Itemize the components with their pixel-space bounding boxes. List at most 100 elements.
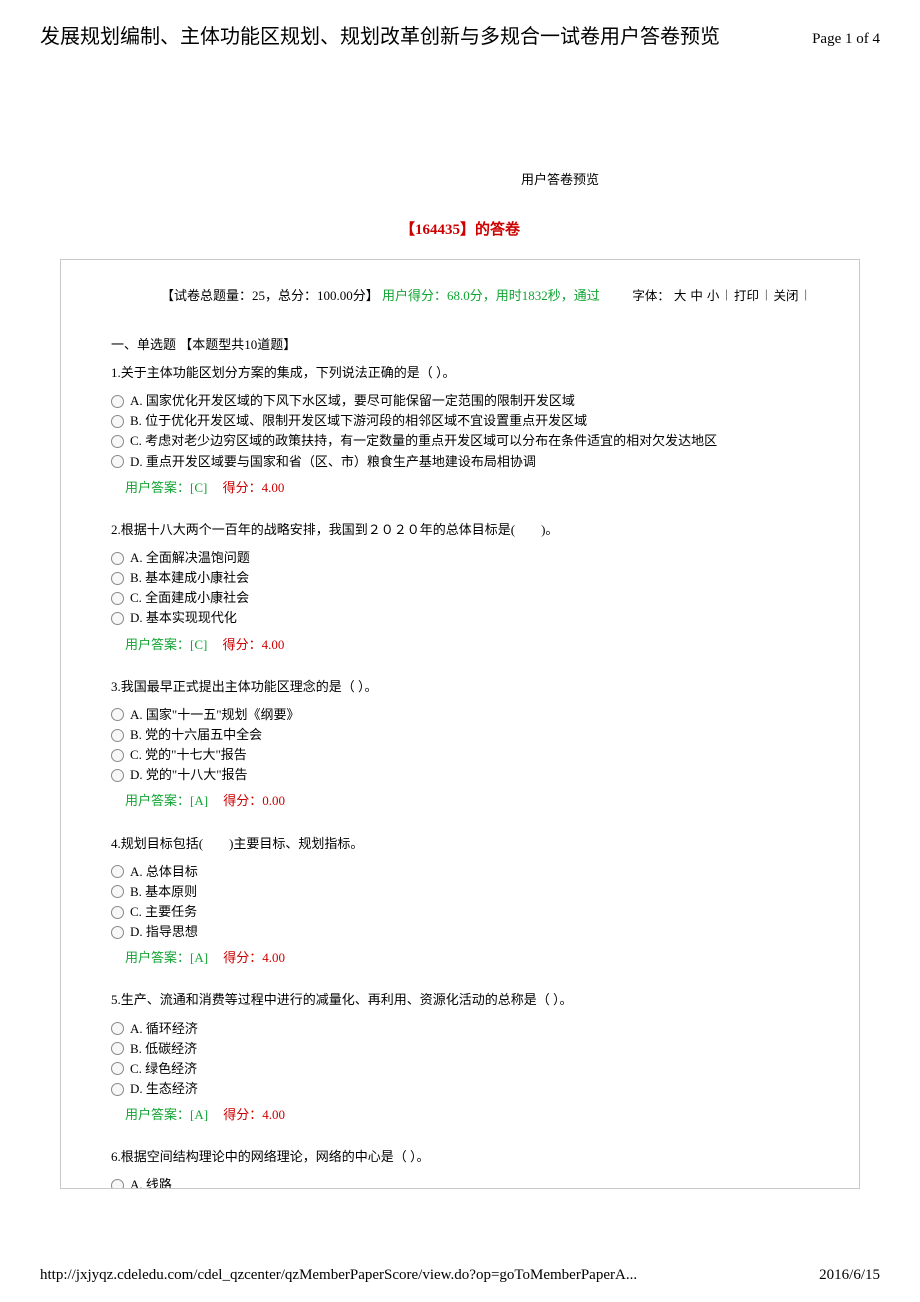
print-button[interactable]: 打印 xyxy=(734,285,759,304)
option[interactable]: B. 党的十六届五中全会 xyxy=(111,725,809,745)
radio-icon[interactable] xyxy=(111,572,124,585)
info-row: 【试卷总题量：25，总分：100.00分】 用户得分：68.0分，用时1832秒… xyxy=(111,285,809,304)
page-footer: http://jxjyqz.cdeledu.com/cdel_qzcenter/… xyxy=(40,1267,880,1284)
info-left: 【试卷总题量：25，总分：100.00分】 用户得分：68.0分，用时1832秒… xyxy=(161,285,600,304)
option-label: B. 低碳经济 xyxy=(130,1039,197,1059)
option[interactable]: B. 基本原则 xyxy=(111,882,809,902)
font-label: 字体： xyxy=(632,285,670,304)
option-label: A. 全面解决温饱问题 xyxy=(130,548,250,568)
option-label: C. 主要任务 xyxy=(130,902,197,922)
option[interactable]: D. 基本实现现代化 xyxy=(111,608,809,628)
radio-icon[interactable] xyxy=(111,885,124,898)
radio-icon[interactable] xyxy=(111,769,124,782)
radio-icon[interactable] xyxy=(111,455,124,468)
radio-icon[interactable] xyxy=(111,729,124,742)
radio-icon[interactable] xyxy=(111,415,124,428)
radio-icon[interactable] xyxy=(111,906,124,919)
preview-label: 用户答卷预览 xyxy=(40,169,880,188)
option-label: D. 党的"十八大"报告 xyxy=(130,765,248,785)
radio-icon[interactable] xyxy=(111,435,124,448)
option-label: C. 党的"十七大"报告 xyxy=(130,745,247,765)
answer-line: 用户答案：[C] 得分：4.00 xyxy=(111,635,809,655)
option[interactable]: C. 党的"十七大"报告 xyxy=(111,745,809,765)
option[interactable]: C. 全面建成小康社会 xyxy=(111,588,809,608)
option[interactable]: D. 重点开发区域要与国家和省（区、市）粮食生产基地建设布局相协调 xyxy=(111,452,809,472)
sheet-title: 【164435】的答卷 xyxy=(40,218,880,239)
option-label: B. 位于优化开发区域、限制开发区域下游河段的相邻区域不宜设置重点开发区域 xyxy=(130,411,587,431)
separator: | xyxy=(723,287,730,302)
radio-icon[interactable] xyxy=(111,926,124,939)
answer-line: 用户答案：[A] 得分：4.00 xyxy=(111,1105,809,1125)
question-text: 2.根据十八大两个一百年的战略安排，我国到２０２０年的总体目标是( )。 xyxy=(111,520,809,540)
answer-line: 用户答案：[C] 得分：4.00 xyxy=(111,478,809,498)
close-button[interactable]: 关闭 xyxy=(773,285,798,304)
question-1: 1.关于主体功能区划分方案的集成，下列说法正确的是（ ）。 A. 国家优化开发区… xyxy=(111,363,809,498)
question-text: 4.规划目标包括( )主要目标、规划指标。 xyxy=(111,834,809,854)
radio-icon[interactable] xyxy=(111,592,124,605)
option-label: B. 基本建成小康社会 xyxy=(130,568,249,588)
option[interactable]: C. 主要任务 xyxy=(111,902,809,922)
info-right: 字体： 大 中 小 | 打印 | 关闭 | xyxy=(632,285,809,304)
option[interactable]: A. 国家"十一五"规划《纲要》 xyxy=(111,705,809,725)
option[interactable]: D. 生态经济 xyxy=(111,1079,809,1099)
question-text: 5.生产、流通和消费等过程中进行的减量化、再利用、资源化活动的总称是（ ）。 xyxy=(111,990,809,1010)
option[interactable]: B. 基本建成小康社会 xyxy=(111,568,809,588)
question-3: 3.我国最早正式提出主体功能区理念的是（ ）。 A. 国家"十一五"规划《纲要》… xyxy=(111,677,809,812)
score: 得分：4.00 xyxy=(223,950,285,965)
separator: | xyxy=(802,287,809,302)
option[interactable]: A. 国家优化开发区域的下风下水区域，要尽可能保留一定范围的限制开发区域 xyxy=(111,391,809,411)
option[interactable]: A. 线路 xyxy=(111,1175,809,1189)
answer-line: 用户答案：[A] 得分：4.00 xyxy=(111,948,809,968)
option-label: A. 国家"十一五"规划《纲要》 xyxy=(130,705,300,725)
answer-line: 用户答案：[A] 得分：0.00 xyxy=(111,791,809,811)
font-medium-button[interactable]: 中 xyxy=(690,285,703,304)
option-label: D. 基本实现现代化 xyxy=(130,608,237,628)
separator: | xyxy=(763,287,770,302)
score: 得分：4.00 xyxy=(223,480,285,495)
sheet-title-prefix: 【 xyxy=(400,222,415,238)
stats-user: 用户得分：68.0分，用时1832秒，通过 xyxy=(382,288,600,303)
option[interactable]: B. 位于优化开发区域、限制开发区域下游河段的相邻区域不宜设置重点开发区域 xyxy=(111,411,809,431)
font-large-button[interactable]: 大 xyxy=(674,285,687,304)
option[interactable]: A. 全面解决温饱问题 xyxy=(111,548,809,568)
radio-icon[interactable] xyxy=(111,552,124,565)
radio-icon[interactable] xyxy=(111,395,124,408)
option[interactable]: C. 考虑对老少边穷区域的政策扶持，有一定数量的重点开发区域可以分布在条件适宜的… xyxy=(111,431,809,451)
option[interactable]: B. 低碳经济 xyxy=(111,1039,809,1059)
page-indicator: Page 1 of 4 xyxy=(812,31,880,48)
option[interactable]: A. 总体目标 xyxy=(111,862,809,882)
option-label: C. 全面建成小康社会 xyxy=(130,588,249,608)
score: 得分：4.00 xyxy=(223,637,285,652)
radio-icon[interactable] xyxy=(111,1042,124,1055)
footer-url: http://jxjyqz.cdeledu.com/cdel_qzcenter/… xyxy=(40,1267,637,1284)
option[interactable]: C. 绿色经济 xyxy=(111,1059,809,1079)
radio-icon[interactable] xyxy=(111,1179,124,1189)
question-2: 2.根据十八大两个一百年的战略安排，我国到２０２０年的总体目标是( )。 A. … xyxy=(111,520,809,655)
radio-icon[interactable] xyxy=(111,865,124,878)
sheet-title-suffix: 】的答卷 xyxy=(460,222,520,238)
user-answer: 用户答案：[A] xyxy=(125,950,208,965)
option-label: A. 国家优化开发区域的下风下水区域，要尽可能保留一定范围的限制开发区域 xyxy=(130,391,575,411)
radio-icon[interactable] xyxy=(111,1022,124,1035)
option-label: D. 重点开发区域要与国家和省（区、市）粮食生产基地建设布局相协调 xyxy=(130,452,536,472)
question-text: 1.关于主体功能区划分方案的集成，下列说法正确的是（ ）。 xyxy=(111,363,809,383)
radio-icon[interactable] xyxy=(111,1083,124,1096)
option-label: D. 生态经济 xyxy=(130,1079,198,1099)
question-6: 6.根据空间结构理论中的网络理论，网络的中心是（ ）。 A. 线路 B. 节点 … xyxy=(111,1147,809,1189)
option-label: C. 绿色经济 xyxy=(130,1059,197,1079)
option-label: D. 指导思想 xyxy=(130,922,198,942)
option[interactable]: D. 指导思想 xyxy=(111,922,809,942)
radio-icon[interactable] xyxy=(111,1062,124,1075)
option-label: A. 循环经济 xyxy=(130,1019,198,1039)
option-label: C. 考虑对老少边穷区域的政策扶持，有一定数量的重点开发区域可以分布在条件适宜的… xyxy=(130,431,717,451)
font-small-button[interactable]: 小 xyxy=(707,285,720,304)
radio-icon[interactable] xyxy=(111,612,124,625)
radio-icon[interactable] xyxy=(111,749,124,762)
radio-icon[interactable] xyxy=(111,708,124,721)
section-title: 一、单选题 【本题型共10道题】 xyxy=(111,334,809,353)
sheet-title-id: 164435 xyxy=(415,222,460,238)
stats-total: 【试卷总题量：25，总分：100.00分】 xyxy=(161,288,379,303)
option[interactable]: D. 党的"十八大"报告 xyxy=(111,765,809,785)
question-text: 3.我国最早正式提出主体功能区理念的是（ ）。 xyxy=(111,677,809,697)
option[interactable]: A. 循环经济 xyxy=(111,1019,809,1039)
